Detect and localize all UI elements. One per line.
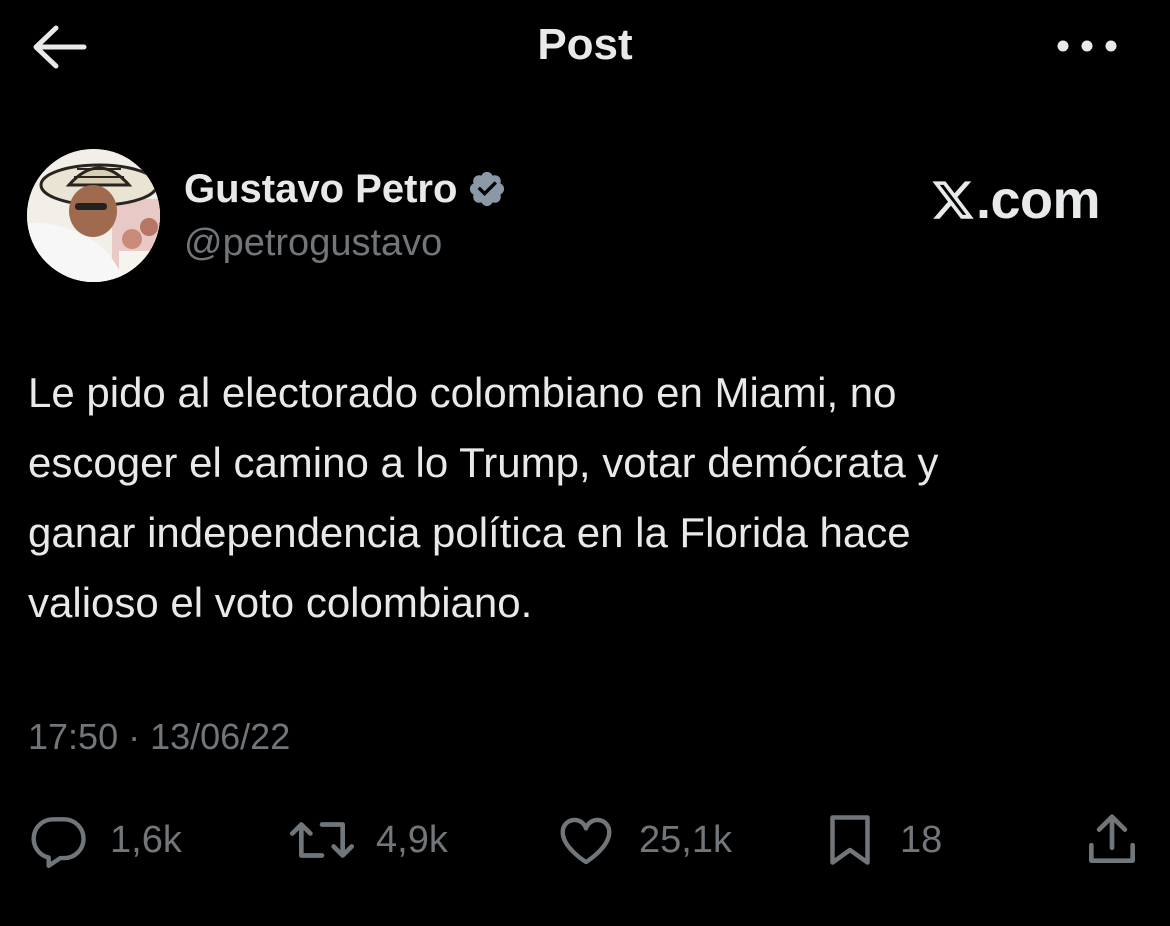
repost-button[interactable]: 4,9k <box>288 800 448 880</box>
more-options-button[interactable] <box>1052 22 1122 70</box>
post-text-line: ganar independencia política en la Flori… <box>28 509 911 556</box>
reply-button[interactable]: 1,6k <box>28 800 182 880</box>
action-bar: 1,6k 4,9k 25,1k 18 <box>0 800 1170 880</box>
post-text: Le pido al electorado colombiano en Miam… <box>28 358 1143 638</box>
share-button[interactable] <box>1081 800 1143 880</box>
post-text-line: Le pido al electorado colombiano en Miam… <box>28 369 897 416</box>
reply-icon <box>31 817 86 869</box>
author-handle[interactable]: @petrogustavo <box>184 222 442 265</box>
watermark-text: .com <box>976 170 1101 230</box>
avatar[interactable] <box>27 149 160 282</box>
x-logo-icon <box>932 181 974 219</box>
arrow-left-icon <box>33 25 87 69</box>
author-name[interactable]: Gustavo Petro <box>184 167 457 212</box>
bookmark-count: 18 <box>900 818 943 861</box>
reply-count: 1,6k <box>110 818 182 861</box>
repost-count: 4,9k <box>376 818 448 861</box>
repost-icon <box>289 822 355 858</box>
more-horizontal-icon <box>1057 40 1117 52</box>
top-bar: Post <box>0 0 1170 95</box>
page-title: Post <box>537 20 633 69</box>
back-button[interactable] <box>28 20 90 74</box>
profile-photo <box>27 149 160 282</box>
post-text-line: escoger el camino a lo Trump, votar demó… <box>28 439 939 486</box>
verified-badge-icon <box>470 171 505 207</box>
like-count: 25,1k <box>639 818 732 861</box>
post-timestamp[interactable]: 17:50 · 13/06/22 <box>28 716 290 758</box>
share-icon <box>1089 814 1135 863</box>
author-name-row: Gustavo Petro <box>184 164 507 214</box>
x-com-watermark: .com <box>930 170 1101 230</box>
like-button[interactable]: 25,1k <box>553 800 732 880</box>
bookmark-icon <box>830 815 870 865</box>
heart-icon <box>560 817 612 865</box>
post-text-line: valioso el voto colombiano. <box>28 579 533 626</box>
bookmark-button[interactable]: 18 <box>820 800 942 880</box>
